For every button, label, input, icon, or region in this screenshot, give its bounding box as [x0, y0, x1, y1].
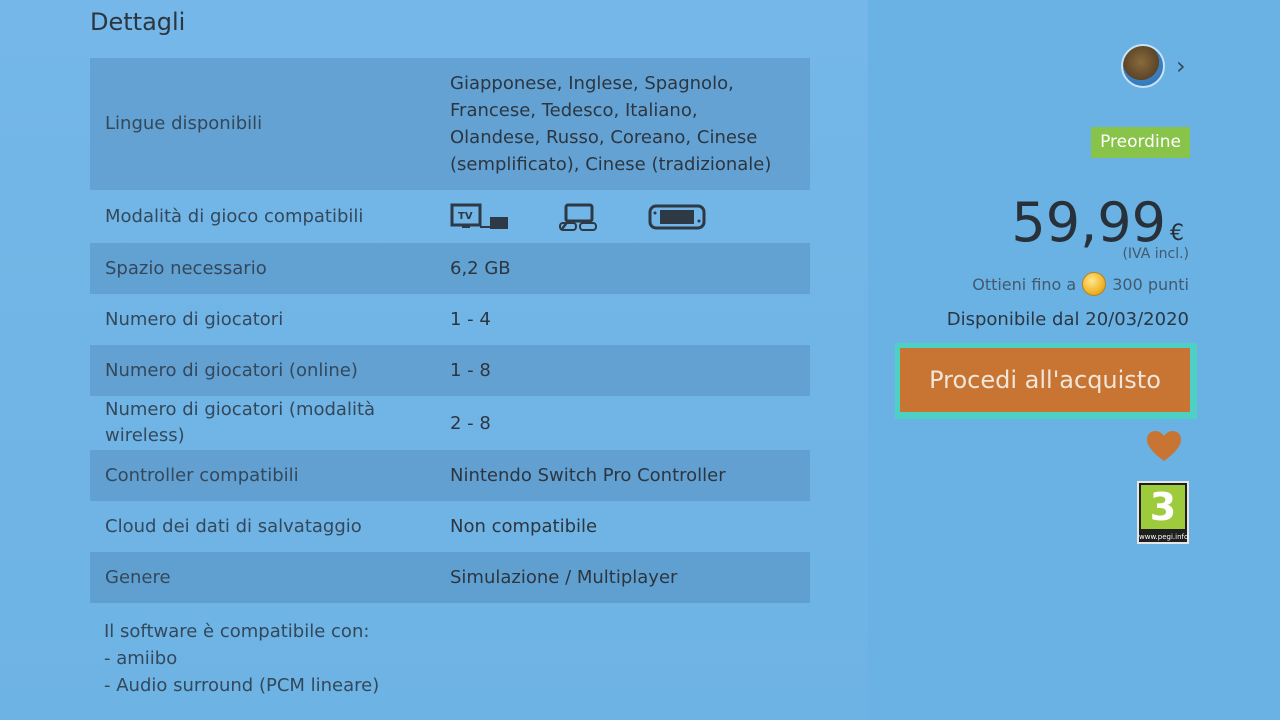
table-row: Lingue disponibili Giapponese, Inglese, …	[90, 58, 810, 190]
table-row: Spazio necessario 6,2 GB	[90, 243, 810, 294]
row-label: Spazio necessario	[105, 257, 267, 279]
row-value: 1 - 4	[450, 309, 491, 330]
row-value: 6,2 GB	[450, 258, 511, 279]
row-label: Cloud dei dati di salvataggio	[105, 515, 362, 537]
row-value: Simulazione / Multiplayer	[450, 567, 678, 588]
details-table: Lingue disponibili Giapponese, Inglese, …	[90, 58, 810, 603]
tv-mode-icon: TV	[450, 203, 508, 231]
value-line: Giapponese, Inglese, Spagnolo,	[450, 73, 734, 94]
row-value: Nintendo Switch Pro Controller	[450, 465, 726, 486]
rating-number: 3	[1141, 485, 1185, 529]
details-panel: Dettagli Lingue disponibili Giapponese, …	[0, 0, 868, 720]
age-rating-badge: 3 www.pegi.info	[1137, 481, 1189, 544]
value-line: Francese, Tedesco, Italiano,	[450, 100, 698, 121]
label-line: wireless)	[105, 425, 185, 446]
row-value: 2 - 8	[450, 412, 491, 434]
table-row: Numero di giocatori (online) 1 - 8	[90, 345, 810, 396]
points-value: 300 punti	[1112, 274, 1189, 294]
table-row: Controller compatibili Nintendo Switch P…	[90, 450, 810, 501]
label-line: Numero di giocatori (modalità	[105, 399, 376, 420]
value-line: Olandese, Russo, Coreano, Cinese	[450, 127, 758, 148]
compatibility-notes: Il software è compatibile con: - amiibo …	[104, 618, 379, 699]
row-value: TV	[450, 190, 810, 243]
table-row: Genere Simulazione / Multiplayer	[90, 552, 810, 603]
value-line: (semplificato), Cinese (tradizionale)	[450, 154, 772, 175]
status-badge: Preordine	[1091, 127, 1190, 158]
avatar[interactable]	[1121, 44, 1165, 88]
row-label: Numero di giocatori (online)	[105, 359, 358, 381]
row-label: Numero di giocatori	[105, 308, 284, 330]
compat-heading: Il software è compatibile con:	[104, 621, 370, 642]
price-currency: €	[1170, 221, 1184, 246]
release-date: Disponibile dal 20/03/2020	[946, 309, 1189, 330]
points-info: Ottieni fino a 300 punti	[972, 272, 1189, 296]
handheld-mode-icon	[648, 203, 706, 231]
heart-icon[interactable]	[1146, 430, 1182, 466]
table-row: Numero di giocatori (modalità wireless) …	[90, 396, 810, 450]
gold-coin-icon	[1082, 272, 1107, 296]
vat-note: (IVA incl.)	[1122, 246, 1189, 262]
row-label: Numero di giocatori (modalità wireless)	[90, 397, 450, 449]
row-label: Controller compatibili	[105, 464, 299, 486]
buy-button[interactable]: Procedi all'acquisto	[900, 348, 1190, 412]
row-label: Genere	[105, 566, 171, 588]
table-row: Cloud dei dati di salvataggio Non compat…	[90, 501, 810, 552]
compat-item: - Audio surround (PCM lineare)	[104, 675, 380, 696]
row-label: Lingue disponibili	[105, 113, 263, 134]
rating-url: www.pegi.info	[1139, 533, 1189, 541]
row-value: 1 - 8	[450, 360, 491, 381]
row-label: Modalità di gioco compatibili	[105, 205, 364, 227]
table-row: Modalità di gioco compatibili TV	[90, 190, 810, 243]
row-value: Giapponese, Inglese, Spagnolo, Francese,…	[450, 70, 810, 178]
svg-text:TV: TV	[458, 211, 473, 222]
tabletop-mode-icon	[558, 203, 598, 231]
chevron-right-icon[interactable]: ›	[1176, 52, 1186, 80]
buy-button-focus: Procedi all'acquisto	[895, 343, 1197, 419]
points-prefix: Ottieni fino a	[972, 274, 1077, 294]
table-row: Numero di giocatori 1 - 4	[90, 294, 810, 345]
row-value: Non compatibile	[450, 516, 598, 537]
page-title: Dettagli	[90, 8, 186, 36]
compat-item: - amiibo	[104, 648, 178, 669]
